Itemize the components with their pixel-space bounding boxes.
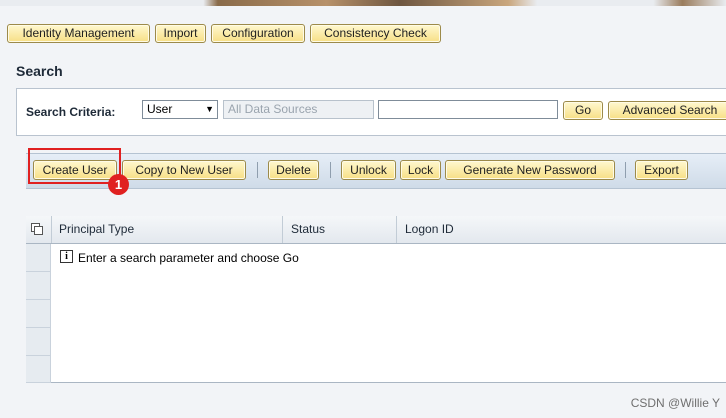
tab-import[interactable]: Import bbox=[155, 24, 206, 43]
step-marker: 1 bbox=[108, 174, 129, 195]
info-icon: i bbox=[60, 250, 73, 263]
section-title-search: Search bbox=[16, 63, 63, 79]
object-type-value: User bbox=[147, 102, 173, 116]
lock-button[interactable]: Lock bbox=[400, 160, 441, 180]
dropdown-arrow-icon: ▼ bbox=[205, 104, 214, 114]
row-selector[interactable] bbox=[26, 300, 51, 328]
row-selector[interactable] bbox=[26, 356, 51, 383]
go-button[interactable]: Go bbox=[563, 101, 603, 120]
select-all-icon[interactable] bbox=[31, 223, 43, 235]
export-button[interactable]: Export bbox=[635, 160, 688, 180]
banner-image-strip bbox=[0, 0, 726, 6]
copy-to-new-user-button[interactable]: Copy to New User bbox=[122, 160, 246, 180]
toolbar-separator bbox=[625, 162, 626, 178]
tab-configuration[interactable]: Configuration bbox=[211, 24, 305, 43]
column-header-status[interactable]: Status bbox=[291, 216, 325, 243]
column-header-principal-type[interactable]: Principal Type bbox=[59, 216, 134, 243]
watermark: CSDN @Willie Y bbox=[630, 396, 720, 410]
advanced-search-button[interactable]: Advanced Search bbox=[608, 101, 726, 120]
delete-button[interactable]: Delete bbox=[268, 160, 319, 180]
object-type-select[interactable]: User ▼ bbox=[142, 100, 218, 119]
toolbar-separator bbox=[330, 162, 331, 178]
tab-consistency-check[interactable]: Consistency Check bbox=[310, 24, 441, 43]
empty-table-message: Enter a search parameter and choose Go bbox=[78, 251, 299, 265]
tab-identity-management[interactable]: Identity Management bbox=[7, 24, 150, 43]
column-divider bbox=[282, 216, 283, 243]
search-criteria-label: Search Criteria: bbox=[26, 105, 116, 119]
toolbar-separator bbox=[257, 162, 258, 178]
generate-new-password-button[interactable]: Generate New Password bbox=[445, 160, 615, 180]
create-user-highlight bbox=[28, 148, 121, 184]
row-selector[interactable] bbox=[26, 328, 51, 356]
column-divider bbox=[396, 216, 397, 243]
unlock-button[interactable]: Unlock bbox=[341, 160, 396, 180]
row-selector[interactable] bbox=[26, 272, 51, 300]
column-header-logon-id[interactable]: Logon ID bbox=[405, 216, 454, 243]
search-input[interactable] bbox=[378, 100, 558, 119]
column-divider bbox=[51, 216, 52, 243]
row-selector[interactable] bbox=[26, 244, 51, 272]
data-sources-select: All Data Sources bbox=[223, 100, 374, 119]
